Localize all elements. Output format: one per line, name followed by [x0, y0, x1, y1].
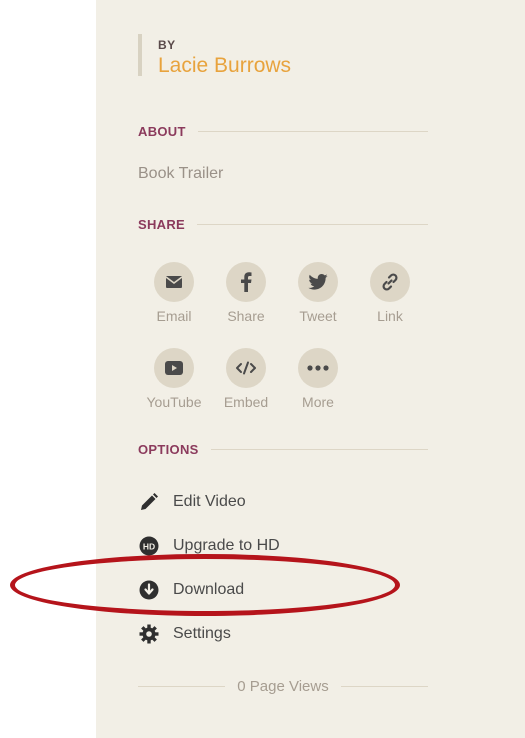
share-facebook-label: Share: [227, 308, 265, 324]
share-embed-label: Embed: [223, 394, 269, 410]
share-more-button[interactable]: More: [285, 348, 351, 410]
divider: [138, 686, 226, 687]
link-icon: [370, 262, 410, 302]
twitter-icon: [298, 262, 338, 302]
options-heading: OPTIONS: [138, 442, 428, 457]
hd-icon: HD: [138, 535, 160, 557]
by-label: BY: [158, 38, 176, 52]
settings-label: Settings: [173, 625, 231, 642]
options-heading-label: OPTIONS: [138, 442, 199, 457]
share-twitter-button[interactable]: Tweet: [285, 262, 351, 324]
upgrade-hd-option[interactable]: HD Upgrade to HD: [138, 535, 280, 557]
share-youtube-button[interactable]: YouTube: [141, 348, 207, 410]
share-more-label: More: [302, 394, 334, 410]
youtube-icon: [154, 348, 194, 388]
about-heading-label: ABOUT: [138, 124, 186, 139]
page-views: 0 Page Views: [138, 678, 429, 695]
download-label: Download: [173, 581, 245, 598]
embed-code-icon: [226, 348, 266, 388]
upgrade-hd-label: Upgrade to HD: [173, 537, 280, 554]
about-heading: ABOUT: [138, 124, 428, 139]
download-option[interactable]: Download: [138, 579, 244, 601]
share-twitter-label: Tweet: [299, 308, 337, 324]
svg-text:HD: HD: [143, 542, 155, 552]
divider: [197, 224, 428, 225]
share-email-button[interactable]: Email: [141, 262, 207, 324]
share-link-label: Link: [377, 308, 403, 324]
share-embed-button[interactable]: Embed: [213, 348, 279, 410]
author-name[interactable]: Lacie Burrows: [158, 54, 291, 78]
edit-video-option[interactable]: Edit Video: [138, 491, 246, 513]
email-icon: [154, 262, 194, 302]
divider: [197, 131, 428, 132]
edit-video-label: Edit Video: [173, 493, 246, 510]
download-icon: [138, 579, 160, 601]
share-youtube-label: YouTube: [146, 394, 202, 410]
share-heading: SHARE: [138, 217, 428, 232]
author-block: BY Lacie Burrows: [138, 34, 291, 78]
share-facebook-button[interactable]: Share: [213, 262, 279, 324]
settings-option[interactable]: Settings: [138, 623, 231, 645]
gear-icon: [138, 623, 160, 645]
about-text: Book Trailer: [138, 165, 224, 182]
divider: [210, 449, 428, 450]
divider: [340, 686, 429, 687]
share-heading-label: SHARE: [138, 217, 186, 232]
facebook-icon: [226, 262, 266, 302]
share-link-button[interactable]: Link: [357, 262, 423, 324]
more-dots-icon: [298, 348, 338, 388]
page-views-count: 0 Page Views: [237, 678, 329, 695]
pencil-icon: [138, 491, 160, 513]
share-email-label: Email: [156, 308, 192, 324]
